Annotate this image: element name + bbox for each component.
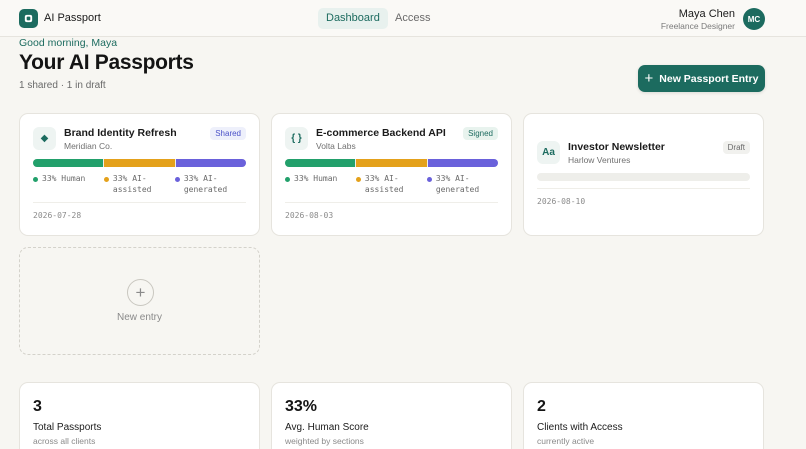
diamond-icon: ◆ [33, 127, 56, 150]
legend-ai-generated-text: 33% AI-generated [435, 174, 480, 194]
legend-human-text: 33% Human [42, 174, 86, 183]
passport-client: Harlow Ventures [568, 155, 631, 165]
stat-subtext: weighted by sections [285, 436, 364, 446]
stat-subtext: across all clients [33, 436, 96, 446]
human-dot-icon [285, 177, 290, 182]
legend-ai-generated: 33% AI-generated [426, 173, 498, 195]
greeting-text: Good morning, Maya [19, 37, 118, 49]
bar-segment-ai-assisted [104, 159, 175, 167]
bar-segment-human [33, 159, 104, 167]
passport-title: Investor Newsletter [568, 141, 665, 153]
card-divider [285, 202, 498, 203]
stat-value: 33% [285, 398, 318, 415]
bar-segment-ai-generated [427, 159, 498, 167]
legend-human-text: 33% Human [294, 174, 338, 183]
app-name: AI Passport [44, 12, 101, 24]
stat-label: Total Passports [33, 422, 102, 433]
top-bar: AI Passport Dashboard Access Maya Chen F… [0, 0, 806, 37]
text-type-icon: Aa [537, 141, 560, 164]
ai-assisted-dot-icon [355, 177, 361, 182]
authorship-bar-empty [537, 173, 750, 181]
legend-ai-assisted-text: 33% AI-assisted [112, 174, 152, 194]
passport-client: Meridian Co. [64, 141, 113, 151]
authorship-bar [33, 159, 246, 167]
page-title: Your AI Passports [19, 51, 194, 74]
stat-card-clients-with-access: 2 Clients with Access currently active [523, 382, 764, 449]
authorship-legend: 33% Human 33% AI-assisted 33% AI-generat… [285, 173, 498, 195]
passport-logo-icon [24, 14, 33, 23]
code-braces-icon: { } [285, 127, 308, 150]
nav-tab-dashboard[interactable]: Dashboard [318, 8, 388, 29]
stat-value: 3 [33, 398, 42, 415]
passport-date: 2026-08-10 [537, 197, 586, 206]
ai-assisted-dot-icon [103, 177, 109, 182]
authorship-bar [285, 159, 498, 167]
passport-title: E-commerce Backend API [316, 127, 446, 139]
ai-generated-dot-icon [174, 177, 180, 182]
human-dot-icon [33, 177, 38, 182]
passport-client: Volta Labs [316, 141, 356, 151]
passport-title: Brand Identity Refresh [64, 127, 177, 139]
new-entry-label: New entry [116, 312, 162, 323]
user-role: Freelance Designer [660, 21, 735, 31]
passport-card-brand-identity[interactable]: ◆ Brand Identity Refresh Meridian Co. Sh… [19, 113, 260, 236]
legend-ai-assisted: 33% AI-assisted [103, 173, 175, 195]
legend-ai-assisted: 33% AI-assisted [355, 173, 427, 195]
ai-generated-dot-icon [426, 177, 432, 182]
stat-card-avg-human-score: 33% Avg. Human Score weighted by section… [271, 382, 512, 449]
user-name: Maya Chen [678, 8, 735, 20]
bar-segment-ai-assisted [356, 159, 427, 167]
stat-value: 2 [537, 398, 546, 415]
bar-segment-ai-generated [175, 159, 246, 167]
passport-card-ecommerce-backend[interactable]: { } E-commerce Backend API Volta Labs Si… [271, 113, 512, 236]
legend-human: 33% Human [285, 173, 356, 195]
nav-tab-access[interactable]: Access [387, 8, 438, 29]
new-entry-card[interactable]: + New entry [19, 247, 260, 355]
stat-card-total-passports: 3 Total Passports across all clients [19, 382, 260, 449]
stat-label: Avg. Human Score [285, 422, 369, 433]
card-divider [33, 202, 246, 203]
passport-date: 2026-08-03 [285, 211, 334, 220]
legend-ai-assisted-text: 33% AI-assisted [364, 174, 404, 194]
legend-ai-generated-text: 33% AI-generated [183, 174, 228, 194]
app-logo[interactable] [19, 9, 38, 28]
stat-subtext: currently active [537, 436, 595, 446]
authorship-legend: 33% Human 33% AI-assisted 33% AI-generat… [33, 173, 246, 195]
user-avatar[interactable]: MC [743, 8, 765, 30]
legend-human: 33% Human [33, 173, 104, 195]
page-subtitle: 1 shared · 1 in draft [19, 80, 106, 91]
status-badge: Signed [463, 127, 498, 140]
passport-date: 2026-07-28 [33, 211, 82, 220]
passport-card-investor-newsletter[interactable]: Aa Investor Newsletter Harlow Ventures D… [523, 113, 764, 236]
card-divider [537, 188, 750, 189]
status-badge: Shared [210, 127, 246, 140]
bar-segment-human [285, 159, 356, 167]
status-badge: Draft [722, 141, 750, 154]
plus-icon: + [644, 70, 654, 87]
legend-ai-generated: 33% AI-generated [174, 173, 246, 195]
stat-label: Clients with Access [537, 422, 623, 433]
new-passport-entry-label: New Passport Entry [659, 72, 759, 85]
plus-circle-icon: + [127, 279, 154, 306]
new-passport-entry-button[interactable]: + New Passport Entry [638, 65, 765, 92]
